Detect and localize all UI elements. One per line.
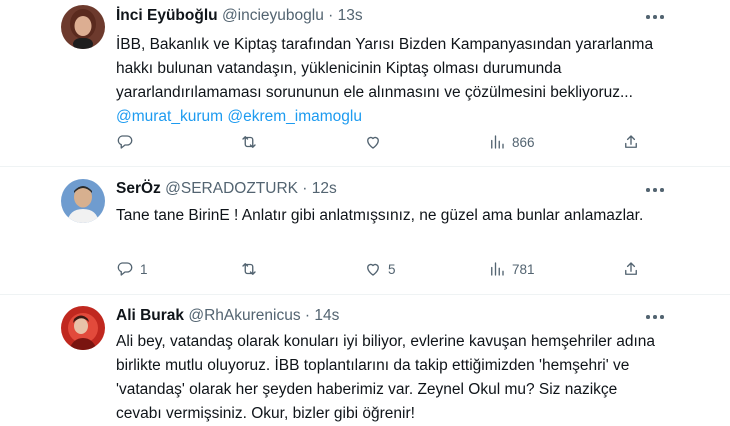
reply-icon xyxy=(117,135,133,149)
reply-button[interactable]: 1 xyxy=(116,258,148,280)
reply-icon xyxy=(117,262,133,276)
tweet-text: İBB, Bakanlık ve Kiptaş tarafından Yarıs… xyxy=(116,33,656,129)
share-icon xyxy=(625,135,637,148)
avatar[interactable] xyxy=(61,306,105,350)
reply-button[interactable] xyxy=(116,131,140,153)
heart-icon xyxy=(367,136,379,149)
more-dot-icon xyxy=(653,188,657,192)
tweet-text-content: Tane tane BirinE ! Anlatır gibi anlatmış… xyxy=(116,207,644,224)
tweet-text-content: Ali bey, vatandaş olarak konuları iyi bi… xyxy=(116,333,656,422)
timestamp[interactable]: 13s xyxy=(338,7,363,24)
author-name[interactable]: İnci Eyüboğlu xyxy=(116,7,218,24)
separator-dot: · xyxy=(304,307,311,324)
more-dot-icon xyxy=(660,15,664,19)
separator-dot: · xyxy=(302,180,308,197)
tweet-header: SerÖz @SERADOZTURK · 12s xyxy=(116,180,337,198)
mention-link[interactable]: @ekrem_imamoglu xyxy=(227,108,362,125)
views-button[interactable]: 781 xyxy=(488,258,535,280)
author-handle[interactable]: @RhAkurenicus xyxy=(188,307,300,324)
more-dot-icon xyxy=(646,15,650,19)
views-chart-icon xyxy=(491,262,504,276)
action-bar: 1 5 781 xyxy=(116,258,656,280)
more-options-button[interactable] xyxy=(646,10,666,24)
more-dot-icon xyxy=(653,15,657,19)
author-handle[interactable]: @SERADOZTURK xyxy=(165,180,298,197)
tweet-2[interactable]: SerÖz @SERADOZTURK · 12s Tane tane Birin… xyxy=(0,167,730,293)
author-name[interactable]: Ali Burak xyxy=(116,307,184,324)
share-icon xyxy=(625,262,637,275)
more-dot-icon xyxy=(646,188,650,192)
author-name[interactable]: SerÖz xyxy=(116,180,161,197)
retweet-icon xyxy=(242,263,256,275)
reply-count: 1 xyxy=(140,261,148,277)
views-chart-icon xyxy=(491,135,504,149)
tweet-header: İnci Eyüboğlu @incieyuboglu · 13s xyxy=(116,7,363,25)
retweet-button[interactable] xyxy=(240,258,264,280)
tweet-text: Tane tane BirinE ! Anlatır gibi anlatmış… xyxy=(116,204,656,228)
share-button[interactable] xyxy=(622,131,640,153)
like-count: 5 xyxy=(388,261,396,277)
separator-dot: · xyxy=(328,7,334,24)
timestamp[interactable]: 14s xyxy=(314,307,339,324)
views-button[interactable]: 866 xyxy=(488,131,535,153)
more-options-button[interactable] xyxy=(646,183,666,197)
tweet-text-content: İBB, Bakanlık ve Kiptaş tarafından Yarıs… xyxy=(116,36,654,101)
avatar[interactable] xyxy=(61,5,105,49)
more-dot-icon xyxy=(653,315,657,319)
more-dot-icon xyxy=(660,188,664,192)
heart-icon xyxy=(367,263,379,276)
tweet-text: Ali bey, vatandaş olarak konuları iyi bi… xyxy=(116,330,656,426)
avatar[interactable] xyxy=(61,179,105,223)
more-options-button[interactable] xyxy=(646,310,666,324)
tweet-header: Ali Burak @RhAkurenicus · 14s xyxy=(116,307,339,325)
retweet-button[interactable] xyxy=(240,131,264,153)
retweet-icon xyxy=(242,136,256,148)
view-count: 781 xyxy=(512,261,535,277)
author-handle[interactable]: @incieyuboglu xyxy=(222,7,324,24)
view-count: 866 xyxy=(512,134,535,150)
tweet-1[interactable]: İnci Eyüboğlu @incieyuboglu · 13s İBB, B… xyxy=(0,0,730,165)
tweet-3[interactable]: Ali Burak @RhAkurenicus · 14s Ali bey, v… xyxy=(0,295,730,422)
more-dot-icon xyxy=(646,315,650,319)
like-button[interactable] xyxy=(364,131,388,153)
more-dot-icon xyxy=(660,315,664,319)
share-button[interactable] xyxy=(622,258,640,280)
mention-link[interactable]: @murat_kurum xyxy=(116,108,223,125)
action-bar: 866 xyxy=(116,131,656,153)
like-button[interactable]: 5 xyxy=(364,258,396,280)
timestamp[interactable]: 12s xyxy=(312,180,337,197)
